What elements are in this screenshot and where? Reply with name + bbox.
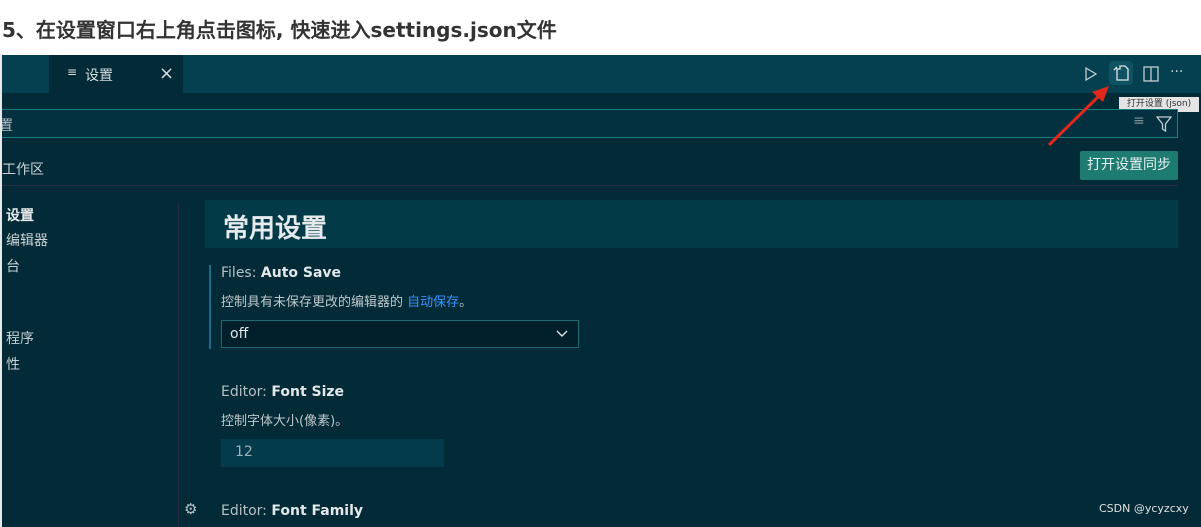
font-size-input[interactable]: 12 <box>221 439 444 467</box>
setting-title: Files: Auto Save <box>221 265 342 281</box>
split-editor-icon[interactable] <box>1143 66 1159 82</box>
settings-sync-button[interactable]: 打开设置同步 <box>1080 151 1178 180</box>
auto-save-select[interactable]: off <box>221 320 579 348</box>
section-header: 常用设置 <box>205 200 1178 248</box>
setting-title: Editor: Font Family <box>221 503 364 519</box>
clear-filter-icon[interactable]: ≡ <box>1133 113 1145 129</box>
auto-save-link[interactable]: 自动保存 <box>407 295 459 310</box>
divider <box>2 185 1178 186</box>
red-arrow-annotation <box>1047 86 1109 147</box>
search-placeholder: 置 <box>0 118 13 134</box>
focus-indicator <box>209 265 211 349</box>
chevron-down-icon <box>556 330 568 337</box>
nav-item[interactable]: 设置 <box>6 205 34 225</box>
nav-item[interactable]: 编辑器 <box>6 230 48 250</box>
divider <box>178 202 179 527</box>
preview-lines-icon: ≡ <box>67 65 78 79</box>
section-title: 常用设置 <box>223 214 328 244</box>
setting-title: Editor: Font Size <box>221 384 345 400</box>
setting-description: 控制字体大小(像素)。 <box>221 414 349 429</box>
tab-bar: ≡ 设置 × ··· <box>2 55 1201 93</box>
vscode-window: ≡ 设置 × ··· 打开设置 (json) 置 ≡ 工作区 打开设置同步 设置… <box>0 55 1201 527</box>
close-icon[interactable]: × <box>159 63 174 84</box>
search-settings-input[interactable]: 置 ≡ <box>0 109 1178 138</box>
run-icon[interactable] <box>1084 67 1098 81</box>
setting-description: 控制具有未保存更改的编辑器的 自动保存。 <box>221 295 473 310</box>
watermark: CSDN @ycyzcxy <box>1099 502 1189 515</box>
gear-icon[interactable]: ⚙ <box>184 500 197 518</box>
tab-workspace[interactable]: 工作区 <box>2 159 44 179</box>
article-heading: 5、在设置窗口右上角点击图标, 快速进入settings.json文件 <box>2 18 557 42</box>
nav-item[interactable]: 台 <box>6 256 20 276</box>
filter-icon[interactable] <box>1156 116 1172 132</box>
nav-item[interactable]: 程序 <box>6 328 34 348</box>
more-actions-icon[interactable]: ··· <box>1170 64 1183 80</box>
tab-label: 设置 <box>85 68 113 84</box>
nav-item[interactable]: 性 <box>6 354 20 374</box>
tab-settings[interactable]: ≡ 设置 × <box>49 55 183 93</box>
